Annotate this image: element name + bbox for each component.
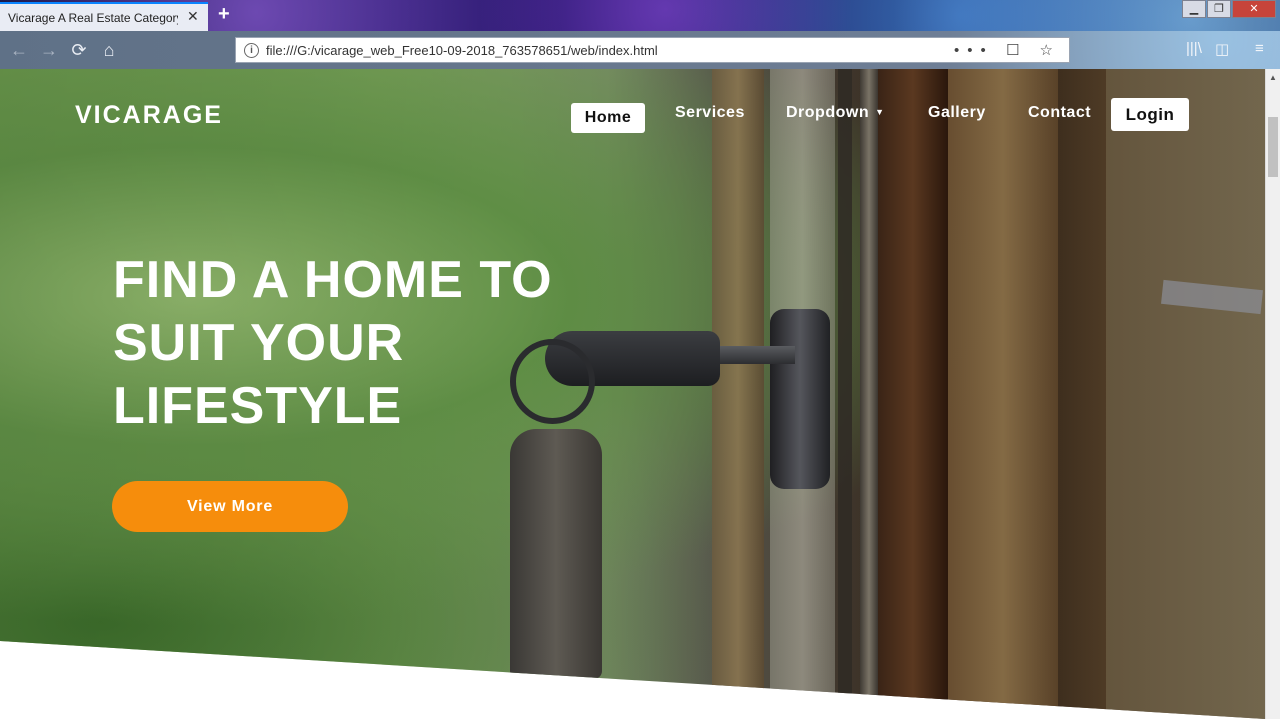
info-icon[interactable]: i: [244, 43, 259, 58]
hero-background-part: [1106, 69, 1265, 719]
page-actions-icons[interactable]: ••• ☐ ☆: [954, 41, 1061, 59]
hero-background-part: [838, 69, 852, 719]
caret-down-icon: ▼: [875, 107, 885, 117]
scrollbar-thumb[interactable]: [1268, 117, 1278, 177]
address-bar[interactable]: i file:///G:/vicarage_web_Free10-09-2018…: [235, 37, 1070, 63]
tab-title: Vicarage A Real Estate Category Bo: [8, 11, 178, 25]
lock-cylinder-image: [770, 309, 830, 489]
browser-tab[interactable]: Vicarage A Real Estate Category Bo ✕: [0, 2, 208, 31]
hero-background-part: [948, 69, 1058, 719]
site-logo[interactable]: VICARAGE: [75, 101, 223, 130]
new-tab-button[interactable]: +: [218, 3, 230, 26]
nav-home[interactable]: Home: [571, 103, 645, 133]
hero-background-part: [1058, 69, 1106, 719]
window-close-button[interactable]: ✕: [1232, 0, 1276, 18]
web-page: VICARAGE Home Services Dropdown ▼ Gallery…: [0, 69, 1265, 719]
hero-headline: FIND A HOME TO SUIT YOUR LIFESTYLE: [113, 251, 553, 435]
browser-titlebar: Vicarage A Real Estate Category Bo ✕ + ▁…: [0, 0, 1280, 31]
nav-gallery[interactable]: Gallery: [928, 104, 986, 122]
sidebar-icon[interactable]: ◫: [1215, 40, 1229, 58]
nav-dropdown[interactable]: Dropdown ▼: [786, 104, 885, 122]
nav-services[interactable]: Services: [675, 104, 745, 122]
scroll-up-icon[interactable]: ▲: [1269, 73, 1277, 82]
view-more-button[interactable]: View More: [112, 481, 348, 532]
tab-close-icon[interactable]: ✕: [187, 8, 199, 25]
reload-icon[interactable]: ⟳: [66, 37, 92, 63]
menu-icon[interactable]: ≡: [1255, 40, 1264, 57]
nav-contact[interactable]: Contact: [1028, 104, 1091, 122]
back-icon[interactable]: ←: [6, 37, 32, 63]
hanging-key-image: [510, 429, 602, 679]
browser-toolbar: ← → ⟳ ⌂ i file:///G:/vicarage_web_Free10…: [0, 31, 1280, 69]
hero-background-part: [878, 69, 948, 719]
nav-dropdown-label: Dropdown: [786, 104, 870, 121]
login-button[interactable]: Login: [1111, 98, 1189, 131]
page-scrollbar[interactable]: ▲: [1265, 69, 1280, 719]
library-icon[interactable]: |||\: [1186, 40, 1202, 57]
window-maximize-button[interactable]: ❐: [1207, 0, 1231, 18]
home-icon[interactable]: ⌂: [96, 37, 122, 63]
hero-background-part: [860, 69, 878, 719]
hero-background-part: [712, 69, 764, 719]
url-text[interactable]: file:///G:/vicarage_web_Free10-09-2018_7…: [266, 43, 658, 58]
key-shaft-image: [715, 346, 795, 364]
window-minimize-button[interactable]: ▁: [1182, 0, 1206, 18]
forward-icon[interactable]: →: [36, 37, 62, 63]
hero-section: VICARAGE Home Services Dropdown ▼ Gallery…: [0, 69, 1265, 719]
